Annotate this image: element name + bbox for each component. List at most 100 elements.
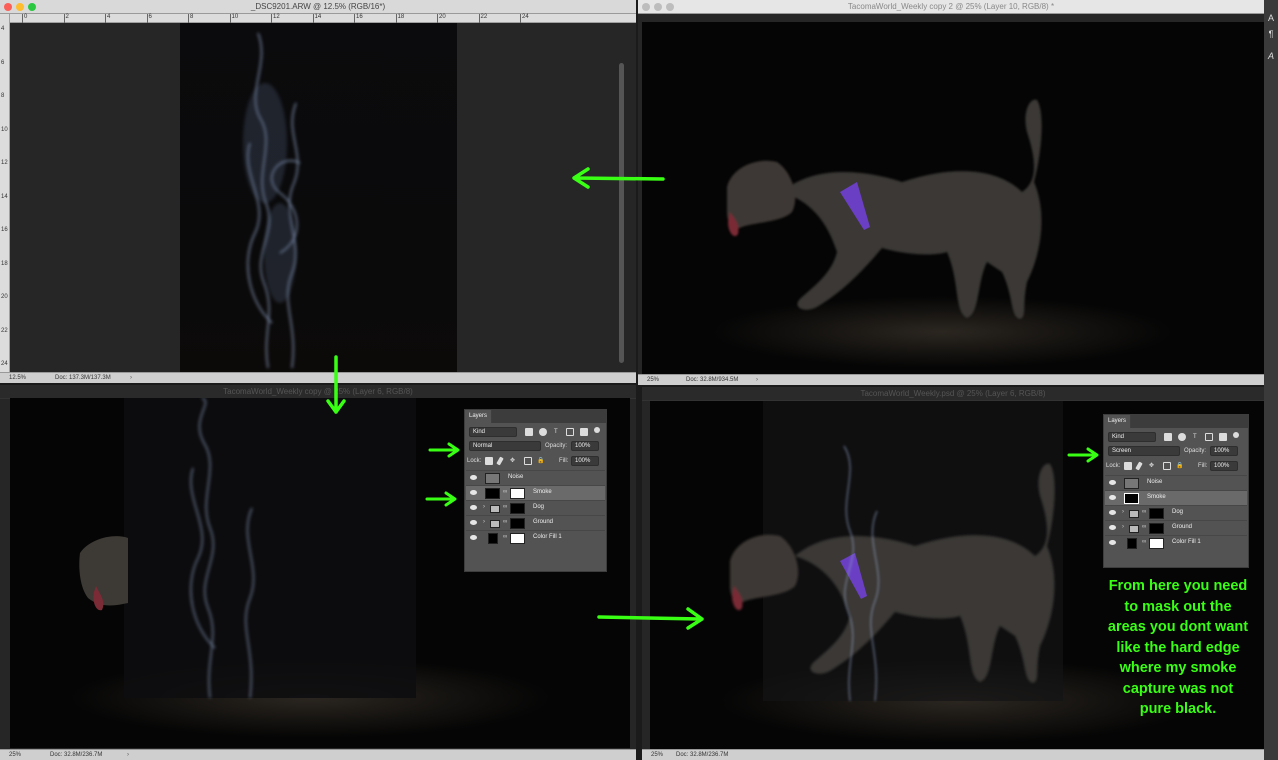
zoom-level[interactable]: 25% — [647, 375, 659, 385]
filter-pixel-icon[interactable] — [1164, 433, 1172, 441]
layer-name[interactable]: Color Fill 1 — [1172, 539, 1201, 545]
horizontal-ruler[interactable]: 0 2 4 6 8 10 12 14 16 18 20 22 24 — [10, 14, 636, 23]
lock-brush-icon[interactable] — [1135, 461, 1143, 471]
layer-row-dog[interactable]: › ∞ Dog — [1105, 505, 1247, 520]
filter-toggle-icon[interactable] — [594, 427, 600, 433]
layer-name[interactable]: Smoke — [533, 489, 552, 495]
chain-link-icon[interactable]: ∞ — [1142, 509, 1146, 515]
chain-link-icon[interactable]: ∞ — [503, 504, 507, 510]
visibility-eye-icon[interactable] — [1109, 480, 1116, 485]
fill-field[interactable]: 100% — [1210, 461, 1238, 471]
chain-link-icon[interactable]: ∞ — [503, 534, 507, 540]
window-dog-composite[interactable]: TacomaWorld_Weekly copy 2 @ 25% (Layer 1… — [638, 0, 1264, 385]
window-titlebar[interactable]: _DSC9201.ARW @ 12.5% (RGB/16*) — [0, 0, 636, 14]
fill-color-swatch[interactable] — [488, 533, 498, 544]
chevron-right-icon[interactable]: › — [483, 519, 485, 525]
visibility-eye-icon[interactable] — [1109, 510, 1116, 515]
blend-mode-select[interactable]: Normal — [469, 441, 541, 451]
visibility-eye-icon[interactable] — [470, 505, 477, 510]
filter-shape-icon[interactable] — [566, 428, 574, 436]
visibility-eye-icon[interactable] — [1109, 525, 1116, 530]
minimize-button[interactable] — [16, 3, 24, 11]
window-controls[interactable] — [4, 3, 36, 11]
filter-smartobject-icon[interactable] — [580, 428, 588, 436]
lock-transparent-icon[interactable] — [485, 457, 493, 465]
visibility-eye-icon[interactable] — [1109, 495, 1116, 500]
layer-name[interactable]: Noise — [508, 474, 523, 480]
fill-field[interactable]: 100% — [571, 456, 599, 466]
visibility-eye-icon[interactable] — [470, 490, 477, 495]
filter-type-icon[interactable]: T — [1193, 432, 1197, 442]
chain-link-icon[interactable]: ∞ — [503, 519, 507, 525]
filter-adjustment-icon[interactable] — [539, 428, 547, 436]
layer-name[interactable]: Noise — [1147, 479, 1162, 485]
visibility-eye-icon[interactable] — [470, 535, 477, 540]
layers-panel[interactable]: Layers Kind T Normal Opacity: 100% Lock:… — [464, 409, 607, 572]
layer-row-dog[interactable]: › ∞ Dog — [466, 500, 605, 515]
visibility-eye-icon[interactable] — [470, 475, 477, 480]
layer-mask-thumbnail[interactable] — [510, 518, 525, 529]
window-titlebar[interactable]: TacomaWorld_Weekly.psd @ 25% (Layer 6, R… — [642, 387, 1264, 401]
layer-row-noise[interactable]: Noise — [466, 470, 605, 485]
chain-link-icon[interactable]: ∞ — [1142, 524, 1146, 530]
character-panel-icon[interactable]: A — [1266, 12, 1276, 24]
blend-mode-select[interactable]: Screen — [1108, 446, 1180, 456]
layer-row-color-fill[interactable]: ∞ Color Fill 1 — [1105, 535, 1247, 550]
minimize-button[interactable] — [654, 3, 662, 11]
layer-name[interactable]: Smoke — [1147, 494, 1166, 500]
window-controls[interactable] — [642, 3, 674, 11]
layer-mask-thumbnail[interactable] — [510, 488, 525, 499]
close-button[interactable] — [4, 3, 12, 11]
layer-mask-thumbnail[interactable] — [1149, 508, 1164, 519]
layer-name[interactable]: Ground — [1172, 524, 1192, 530]
layer-mask-thumbnail[interactable] — [1149, 523, 1164, 534]
status-menu-arrow[interactable]: › — [130, 373, 132, 383]
layer-mask-thumbnail[interactable] — [1149, 538, 1164, 549]
layer-name[interactable]: Ground — [533, 519, 553, 525]
layer-row-ground[interactable]: › ∞ Ground — [466, 515, 605, 530]
layer-name[interactable]: Color Fill 1 — [533, 534, 562, 540]
layer-row-noise[interactable]: Noise — [1105, 475, 1247, 490]
filter-pixel-icon[interactable] — [525, 428, 533, 436]
filter-adjustment-icon[interactable] — [1178, 433, 1186, 441]
layers-tab[interactable]: Layers — [465, 410, 493, 423]
glyphs-panel-icon[interactable]: A — [1266, 50, 1276, 62]
filter-shape-icon[interactable] — [1205, 433, 1213, 441]
document-canvas[interactable] — [10, 23, 626, 372]
document-canvas[interactable]: Layers Kind T Normal Opacity: 100% Lock:… — [10, 398, 630, 748]
chain-link-icon[interactable]: ∞ — [503, 489, 507, 495]
paragraph-panel-icon[interactable]: ¶ — [1266, 28, 1276, 40]
zoom-button[interactable] — [28, 3, 36, 11]
document-canvas[interactable] — [642, 22, 1264, 374]
layer-row-color-fill[interactable]: ∞ Color Fill 1 — [466, 530, 605, 545]
layer-mask-thumbnail[interactable] — [510, 503, 525, 514]
scrollbar[interactable] — [619, 63, 624, 363]
lock-move-icon[interactable]: ✥ — [1149, 461, 1154, 471]
close-button[interactable] — [642, 3, 650, 11]
layer-name[interactable]: Dog — [1172, 509, 1183, 515]
window-titlebar[interactable]: TacomaWorld_Weekly copy @ 25% (Layer 6, … — [0, 385, 636, 399]
lock-all-icon[interactable]: 🔒 — [537, 456, 544, 466]
layer-mask-thumbnail[interactable] — [510, 533, 525, 544]
chevron-right-icon[interactable]: › — [483, 504, 485, 510]
zoom-level[interactable]: 25% — [651, 750, 663, 760]
visibility-eye-icon[interactable] — [1109, 540, 1116, 545]
filter-toggle-icon[interactable] — [1233, 432, 1239, 438]
filter-type-icon[interactable]: T — [554, 427, 558, 437]
layer-mask-thumbnail[interactable] — [1124, 493, 1139, 504]
layer-row-smoke[interactable]: ∞ Smoke — [466, 485, 605, 500]
filter-smartobject-icon[interactable] — [1219, 433, 1227, 441]
status-menu-arrow[interactable]: › — [756, 375, 758, 385]
opacity-field[interactable]: 100% — [1210, 446, 1238, 456]
chevron-right-icon[interactable]: › — [1122, 524, 1124, 530]
lock-artboard-icon[interactable] — [524, 457, 532, 465]
zoom-level[interactable]: 12.5% — [9, 373, 26, 383]
lock-brush-icon[interactable] — [496, 456, 504, 466]
lock-artboard-icon[interactable] — [1163, 462, 1171, 470]
chain-link-icon[interactable]: ∞ — [1142, 539, 1146, 545]
filter-kind-select[interactable]: Kind — [1108, 432, 1156, 442]
lock-all-icon[interactable]: 🔒 — [1176, 461, 1183, 471]
layer-row-ground[interactable]: › ∞ Ground — [1105, 520, 1247, 535]
opacity-field[interactable]: 100% — [571, 441, 599, 451]
visibility-eye-icon[interactable] — [470, 520, 477, 525]
